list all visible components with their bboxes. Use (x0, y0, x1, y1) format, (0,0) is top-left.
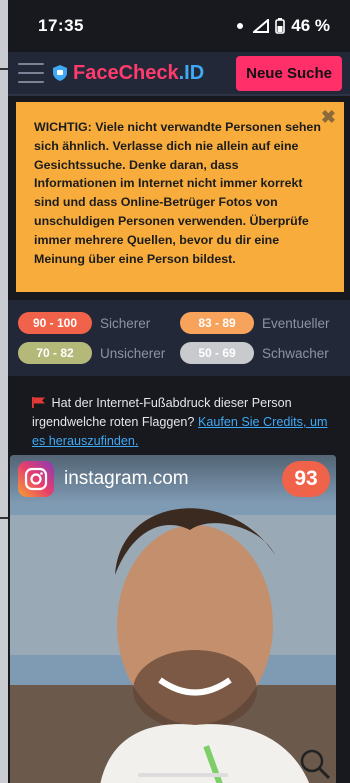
legend-range: 90 - 100 (18, 312, 92, 334)
result-domain[interactable]: instagram.com (64, 468, 189, 490)
legend-range: 50 - 69 (180, 342, 254, 364)
legend-row: 90 - 100 Sicherer 83 - 89 Eventueller (18, 308, 342, 338)
legend-item-schwacher: 50 - 69 Schwacher (180, 342, 342, 364)
home-indicator[interactable] (138, 773, 228, 777)
legend-label: Eventueller (262, 315, 330, 331)
battery-level: 46 % (291, 16, 330, 35)
score-legend: 90 - 100 Sicherer 83 - 89 Eventueller 70… (8, 300, 350, 376)
person-photo-illustration (10, 455, 336, 783)
result-photo[interactable] (10, 455, 336, 783)
legend-range: 70 - 82 (18, 342, 92, 364)
shield-icon (53, 65, 67, 81)
legend-label: Sicherer (100, 315, 151, 331)
red-flags-notice: Hat der Internet-Fußabdruck dieser Perso… (8, 376, 350, 465)
signal-icon (253, 19, 270, 33)
logo-check: Check (118, 61, 179, 84)
warning-text: WICHTIG: Viele nicht verwandte Personen … (34, 120, 321, 266)
legend-label: Schwacher (262, 345, 329, 361)
instagram-icon (18, 461, 54, 497)
legend-item-sicherer: 90 - 100 Sicherer (18, 312, 180, 334)
magnifier-icon[interactable] (298, 747, 332, 781)
hamburger-icon[interactable] (18, 63, 44, 83)
result-header: instagram.com 93 (10, 455, 336, 503)
legend-label: Unsicherer (100, 345, 166, 361)
legend-row: 70 - 82 Unsicherer 50 - 69 Schwacher (18, 338, 342, 368)
red-flag-icon (32, 397, 45, 408)
new-search-button[interactable]: Neue Suche (236, 55, 342, 91)
app-header: Face Check .ID Neue Suche (8, 52, 350, 96)
close-icon[interactable]: ✖ (321, 108, 336, 127)
status-time: 17:35 (38, 16, 84, 35)
battery-icon (275, 18, 286, 34)
logo-face: Face (73, 61, 119, 84)
logo-id: .ID (178, 61, 205, 84)
facecheck-logo[interactable]: Face Check .ID (52, 62, 204, 85)
legend-range: 83 - 89 (180, 312, 254, 334)
notification-dot-icon (237, 23, 244, 29)
phone-screen: 17:35 46 % Face Check .ID Neue Suche ✖ WIC… (8, 0, 350, 783)
warning-box: ✖ WICHTIG: Viele nicht verwandte Persone… (16, 102, 344, 292)
legend-item-eventueller: 83 - 89 Eventueller (180, 312, 342, 334)
legend-item-unsicherer: 70 - 82 Unsicherer (18, 342, 180, 364)
status-indicators: 46 % (237, 16, 330, 36)
edge-mark-bottom (0, 517, 8, 519)
edge-mark-top (0, 68, 8, 70)
result-card[interactable]: instagram.com 93 (10, 455, 336, 783)
match-score-badge: 93 (282, 461, 330, 497)
status-bar: 17:35 46 % (8, 0, 350, 52)
